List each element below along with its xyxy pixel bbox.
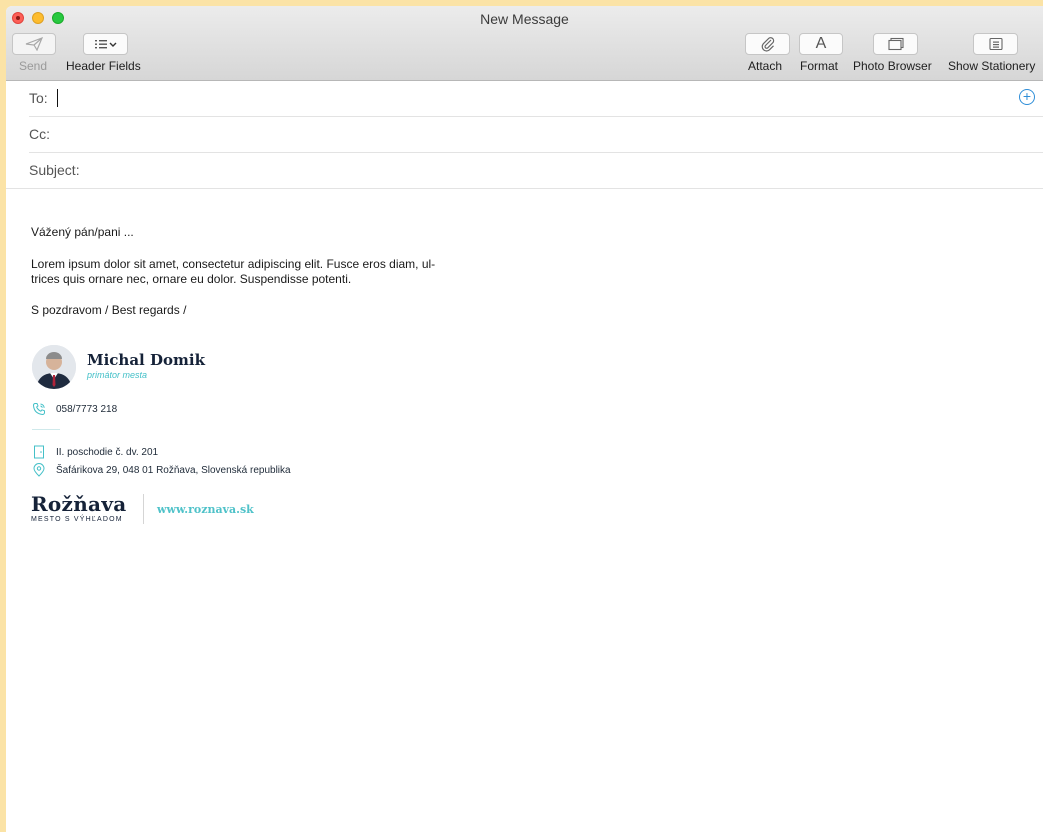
greeting-text: Vážený pán/pani ... <box>31 225 134 239</box>
city-logo-tagline: MESTO S VÝHĽADOM <box>31 516 123 523</box>
window-toolbar: New Message Send Header Fields Attach A … <box>6 6 1043 81</box>
format-letter-icon: A <box>815 35 827 52</box>
photo-browser-icon <box>887 37 904 51</box>
signature-divider <box>32 429 60 430</box>
to-field[interactable]: To: + <box>29 81 1043 117</box>
phone-icon <box>32 403 45 416</box>
signature-office: II. poschodie č. dv. 201 <box>56 447 159 458</box>
cc-label: Cc: <box>29 126 50 142</box>
send-button[interactable] <box>12 33 56 55</box>
website-link[interactable]: www.roznava.sk <box>157 503 254 516</box>
body-paragraph-line2: trices quis ornare nec, ornare eu dolor.… <box>31 272 352 286</box>
stationery-icon <box>988 37 1003 51</box>
list-menu-icon <box>94 40 116 49</box>
attach-button[interactable] <box>745 33 790 55</box>
avatar <box>32 345 76 389</box>
to-label: To: <box>29 90 48 106</box>
body-paragraph-line1: Lorem ipsum dolor sit amet, consectetur … <box>31 257 436 271</box>
paper-plane-icon <box>25 37 43 51</box>
location-pin-icon <box>33 463 45 477</box>
window-title: New Message <box>480 11 569 27</box>
text-caret <box>57 89 58 107</box>
cc-field[interactable]: Cc: <box>29 117 1043 153</box>
city-logo: Rožňava <box>31 492 127 516</box>
header-fields-label: Header Fields <box>66 59 141 73</box>
photo-browser-button[interactable] <box>873 33 918 55</box>
format-label: Format <box>800 59 839 73</box>
logo-divider <box>143 494 144 524</box>
paperclip-icon <box>761 37 774 52</box>
photo-browser-label: Photo Browser <box>853 59 932 73</box>
show-stationery-button[interactable] <box>973 33 1018 55</box>
subject-field[interactable]: Subject: <box>6 153 1043 189</box>
header-fields-button[interactable] <box>83 33 128 55</box>
mail-compose-window: New Message Send Header Fields Attach A … <box>6 6 1043 832</box>
subject-label: Subject: <box>29 162 80 178</box>
add-contact-icon[interactable]: + <box>1019 89 1035 105</box>
show-stationery-label: Show Stationery <box>948 59 1036 73</box>
door-icon <box>34 445 44 459</box>
send-label: Send <box>19 59 48 73</box>
signature-address: Šafárikova 29, 048 01 Rožňava, Slovenská… <box>56 465 291 476</box>
signature-phone: 058/7773 218 <box>56 404 118 415</box>
closing-text: S pozdravom / Best regards / <box>31 303 187 317</box>
attach-label: Attach <box>748 59 783 73</box>
signature-name: Michal Domik <box>87 351 205 369</box>
format-button[interactable]: A <box>799 33 843 55</box>
signature-role: primátor mesta <box>87 370 148 380</box>
